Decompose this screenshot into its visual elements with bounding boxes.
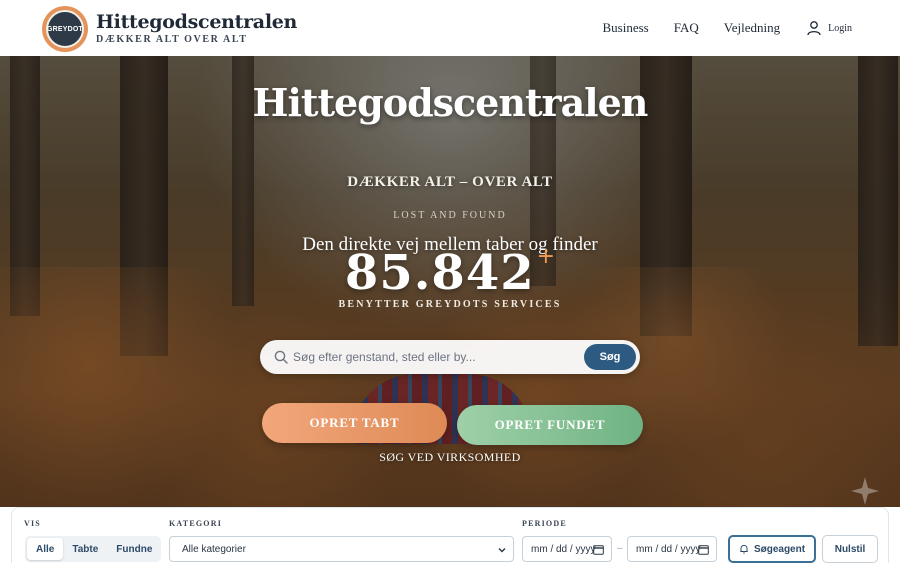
nav-faq[interactable]: FAQ	[674, 20, 699, 36]
kategori-label: KATEGORI	[169, 519, 223, 528]
brand-subtitle: DÆKKER ALT OVER ALT	[96, 34, 248, 45]
search-icon	[274, 350, 288, 364]
chevron-down-icon	[498, 548, 506, 553]
logo-text: GREYDOT	[47, 25, 84, 33]
kategori-select[interactable]: Alle kategorier	[169, 536, 514, 562]
calendar-icon	[698, 545, 709, 555]
search-button[interactable]: Søg	[584, 344, 636, 370]
counter-value: 85.842	[344, 245, 535, 301]
vis-option-alle[interactable]: Alle	[27, 538, 64, 560]
logo-badge: GREYDOT	[46, 10, 84, 48]
nav-business[interactable]: Business	[603, 20, 649, 36]
periode-label: PERIODE	[522, 519, 567, 528]
user-icon	[807, 21, 821, 36]
date-to-input[interactable]: mm / dd / yyyy	[627, 536, 717, 562]
user-counter: 85.842+	[0, 244, 900, 301]
counter-label: BENYTTER GREYDOTS SERVICES	[338, 299, 562, 310]
date-separator: –	[617, 543, 623, 554]
logo[interactable]: GREYDOT	[42, 6, 88, 52]
kategori-value: Alle kategorier	[182, 543, 246, 555]
filter-bar: VIS Alle Tabte Fundne KATEGORI Alle kate…	[11, 507, 889, 563]
login-button[interactable]: Login	[806, 20, 852, 36]
counter-plus: +	[536, 244, 556, 269]
hero-tagline: LOST AND FOUND	[393, 210, 507, 221]
main-nav: Business FAQ Vejledning Login	[603, 0, 900, 56]
calendar-icon	[593, 545, 604, 555]
vis-option-fundne[interactable]: Fundne	[107, 538, 161, 560]
nav-vejledning[interactable]: Vejledning	[724, 20, 780, 36]
site-header: GREYDOT Hittegodscentralen DÆKKER ALT OV…	[0, 0, 900, 56]
bell-icon	[740, 544, 748, 554]
brand-title: Hittegodscentralen	[96, 11, 298, 33]
vis-option-tabte[interactable]: Tabte	[63, 538, 107, 560]
date-to-value: mm / dd / yyyy	[636, 543, 701, 555]
sparkle-icon	[851, 477, 879, 505]
create-lost-button[interactable]: OPRET TABT	[262, 403, 447, 443]
search-bar: Søg	[260, 340, 640, 374]
date-from-value: mm / dd / yyyy	[531, 543, 596, 555]
hero-title: Hittegodscentralen	[252, 80, 649, 125]
vis-label: VIS	[24, 519, 41, 528]
create-found-button[interactable]: OPRET FUNDET	[457, 405, 643, 445]
search-input[interactable]	[293, 340, 578, 374]
vis-segmented-control: Alle Tabte Fundne	[25, 536, 161, 562]
search-agent-button[interactable]: Søgeagent	[728, 535, 816, 563]
hero-section: Hittegodscentralen DÆKKER ALT – OVER ALT…	[0, 56, 900, 507]
date-from-input[interactable]: mm / dd / yyyy	[522, 536, 612, 562]
reset-button[interactable]: Nulstil	[822, 535, 878, 563]
login-label: Login	[828, 22, 852, 34]
search-by-company-link[interactable]: SØG VED VIRKSOMHED	[0, 450, 900, 465]
search-agent-label: Søgeagent	[753, 543, 806, 555]
hero-subtitle: DÆKKER ALT – OVER ALT	[347, 174, 553, 190]
brand[interactable]: Hittegodscentralen DÆKKER ALT OVER ALT	[96, 11, 297, 45]
